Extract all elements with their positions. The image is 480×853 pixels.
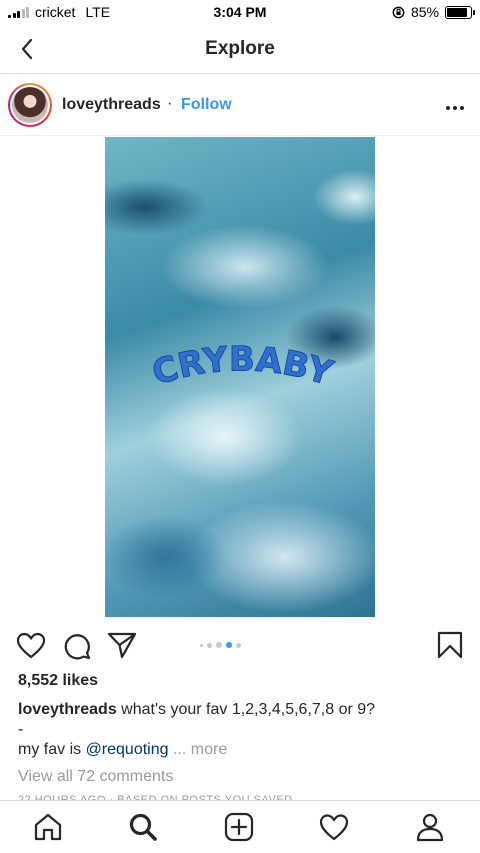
comment-icon[interactable] [63, 631, 91, 661]
caption-text: what's your fav 1,2,3,4,5,6,7,8 or 9? [121, 701, 376, 718]
page-title: Explore [205, 38, 275, 59]
add-post-icon[interactable] [223, 811, 255, 843]
likes-count[interactable]: 8,552 likes [18, 672, 98, 690]
carousel-dot [207, 642, 212, 648]
home-icon[interactable] [32, 811, 64, 843]
battery-percent: 85% [410, 4, 439, 20]
share-icon[interactable] [107, 631, 137, 659]
follow-button[interactable]: Follow [181, 96, 232, 114]
caption-dash: - [18, 721, 24, 738]
post-caption: loveythreads what's your fav 1,2,3,4,5,6… [18, 699, 468, 721]
post-image[interactable]: CRYBABY [105, 137, 375, 617]
activity-heart-icon[interactable] [318, 811, 350, 843]
post-header: loveythreads · Follow [0, 74, 480, 136]
view-comments-link[interactable]: View all 72 comments [18, 768, 173, 786]
caption-line-2: my fav is @requoting ... more [18, 741, 227, 759]
rotation-lock-icon [392, 6, 405, 18]
like-heart-icon[interactable] [16, 632, 46, 660]
post-username[interactable]: loveythreads [62, 96, 161, 114]
status-bar: cricket LTE 3:04 PM 85% [0, 0, 480, 24]
caption-line-2-text: my fav is [18, 741, 86, 758]
bottom-tab-bar [0, 800, 480, 853]
carousel-dot [216, 642, 222, 648]
avatar[interactable] [8, 83, 52, 127]
search-icon[interactable] [127, 811, 159, 843]
crybaby-text: CRYBABY [147, 342, 338, 395]
carousel-dot [236, 642, 241, 648]
image-caption-art: CRYBABY [147, 342, 338, 395]
carousel-indicator [200, 642, 241, 648]
save-bookmark-icon[interactable] [437, 631, 463, 659]
caption-username[interactable]: loveythreads [18, 701, 117, 718]
svg-text:CRYBABY: CRYBABY [148, 342, 338, 394]
battery-icon [445, 5, 475, 19]
battery-fill [447, 7, 467, 17]
status-right: 85% [392, 4, 475, 20]
post-action-bar [0, 622, 480, 668]
caption-more-link[interactable]: ... more [173, 741, 227, 758]
carousel-dot [200, 643, 203, 647]
carousel-dot-active [226, 642, 232, 648]
nav-bar: Explore [0, 24, 480, 74]
mention-link[interactable]: @requoting [86, 741, 169, 758]
separator-dot: · [167, 95, 173, 112]
profile-icon[interactable] [414, 811, 446, 843]
chevron-left-icon[interactable] [14, 35, 42, 63]
more-options-icon[interactable] [444, 102, 466, 114]
